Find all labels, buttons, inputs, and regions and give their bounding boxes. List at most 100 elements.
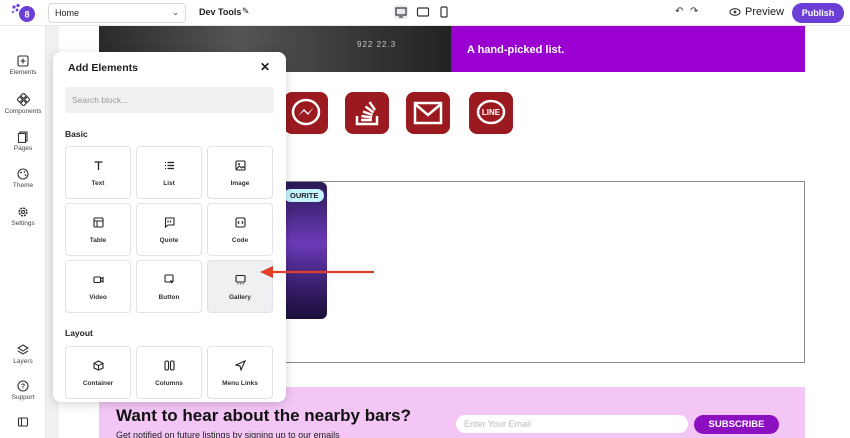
plate-text: 922 22.3 — [357, 40, 397, 49]
desktop-view-button[interactable] — [394, 5, 408, 19]
button-icon — [164, 274, 174, 284]
page-select[interactable]: Home ⌄ — [48, 3, 186, 23]
social-line[interactable]: LINE — [469, 92, 513, 134]
element-text[interactable]: Text — [65, 146, 131, 199]
element-list[interactable]: List — [136, 146, 202, 199]
rail-item-settings[interactable]: Settings — [0, 206, 46, 227]
table-icon — [93, 217, 104, 228]
element-code[interactable]: Code — [207, 203, 273, 256]
list-icon — [165, 161, 174, 170]
rail-item-label: Layers — [13, 358, 33, 365]
plus-square-icon — [17, 55, 29, 67]
close-icon[interactable]: ✕ — [260, 60, 270, 74]
gear-icon — [18, 207, 28, 217]
element-label: Button — [158, 294, 180, 301]
hero-caption: A hand-picked list. — [467, 44, 565, 56]
components-icon — [16, 93, 30, 106]
svg-text:?: ? — [21, 384, 25, 391]
element-video[interactable]: Video — [65, 260, 131, 313]
left-rail: Elements Components Pages Theme Settings… — [0, 26, 46, 438]
sidebar-toggle-icon — [17, 417, 29, 427]
gallery-image[interactable] — [279, 182, 327, 319]
image-icon — [235, 160, 246, 171]
rail-item-support[interactable]: ? Support — [0, 380, 46, 401]
collapse-rail-button[interactable] — [0, 416, 46, 430]
add-elements-panel: Add Elements ✕ Search block... Basic Tex… — [53, 52, 286, 402]
social-stackoverflow[interactable] — [345, 92, 389, 134]
publish-button[interactable]: Publish — [792, 3, 844, 23]
messenger-icon — [291, 98, 321, 126]
undo-icon[interactable]: ↶ — [675, 6, 683, 17]
section-layout: Layout — [65, 328, 93, 338]
email-input[interactable]: Enter Your Email — [456, 415, 688, 433]
element-table[interactable]: Table — [65, 203, 131, 256]
help-icon: ? — [17, 380, 29, 392]
block-search-input[interactable]: Search block... — [65, 87, 274, 113]
gallery-icon — [235, 274, 246, 285]
text-icon — [94, 161, 103, 170]
rail-item-label: Elements — [9, 69, 37, 76]
rail-item-layers[interactable]: Layers — [0, 344, 46, 365]
rail-item-pages[interactable]: Pages — [0, 131, 46, 152]
preview-button[interactable]: Preview — [729, 6, 784, 18]
redo-icon[interactable]: ↷ — [690, 6, 698, 17]
element-label: Table — [89, 237, 107, 244]
pages-icon — [17, 131, 28, 143]
cta-subtitle: Get notified on future listings by signi… — [116, 430, 340, 438]
panel-title: Add Elements — [68, 62, 139, 74]
tablet-view-button[interactable] — [416, 5, 430, 19]
desktop-icon — [395, 7, 407, 18]
element-label: Columns — [155, 380, 183, 387]
element-menu-links[interactable]: Menu Links — [207, 346, 273, 399]
stackoverflow-icon — [355, 101, 379, 126]
chevron-down-icon: ⌄ — [172, 8, 179, 17]
pencil-icon[interactable]: ✎ — [242, 6, 250, 17]
rail-item-theme[interactable]: Theme — [0, 168, 46, 189]
element-button[interactable]: Button — [136, 260, 202, 313]
element-label: Menu Links — [222, 380, 258, 387]
element-label: Image — [230, 180, 250, 187]
element-label: List — [163, 180, 175, 187]
preview-label: Preview — [745, 6, 785, 18]
rail-item-components[interactable]: Components — [0, 93, 46, 115]
social-messenger[interactable] — [284, 92, 328, 134]
element-label: Container — [82, 380, 114, 387]
rail-item-label: Support — [11, 394, 35, 401]
rail-item-label: Pages — [13, 145, 33, 152]
element-label: Text — [91, 180, 105, 187]
app-logo-icon[interactable]: 8 — [10, 3, 36, 23]
rail-item-label: Components — [4, 108, 42, 115]
subscribe-button[interactable]: SUBSCRIBE — [694, 415, 779, 434]
element-container[interactable]: Container — [65, 346, 131, 399]
social-mail[interactable] — [406, 92, 450, 134]
cta-title: Want to hear about the nearby bars? — [116, 406, 412, 425]
section-basic: Basic — [65, 129, 88, 139]
rail-item-label: Settings — [11, 220, 35, 227]
element-columns[interactable]: Columns — [136, 346, 202, 399]
element-image[interactable]: Image — [207, 146, 273, 199]
tablet-icon — [416, 7, 430, 17]
svg-text:8: 8 — [24, 10, 29, 20]
favourite-badge: OURITE — [284, 189, 325, 202]
element-label: Code — [231, 237, 249, 244]
mail-icon — [413, 101, 443, 125]
line-icon: LINE — [476, 99, 506, 125]
mobile-view-button[interactable] — [437, 5, 451, 19]
box-icon — [93, 360, 104, 371]
line-label: LINE — [482, 108, 501, 117]
element-label: Video — [89, 294, 107, 301]
annotation-arrow-icon — [260, 266, 374, 278]
hero-caption-block[interactable]: A hand-picked list. — [451, 26, 805, 72]
layers-icon — [17, 344, 29, 355]
site-name: Dev Tools — [199, 7, 242, 17]
eye-icon — [729, 8, 741, 16]
top-bar: 8 Home ⌄ Dev Tools ✎ ↶ ↷ Preview Publish — [0, 0, 850, 26]
palette-icon — [17, 168, 29, 180]
element-quote[interactable]: Quote — [136, 203, 202, 256]
rail-item-label: Theme — [12, 182, 34, 189]
rail-item-elements[interactable]: Elements — [0, 55, 46, 76]
code-icon — [235, 217, 246, 228]
page-select-value: Home — [55, 8, 80, 18]
element-label: Quote — [159, 237, 179, 244]
columns-icon — [164, 360, 175, 371]
